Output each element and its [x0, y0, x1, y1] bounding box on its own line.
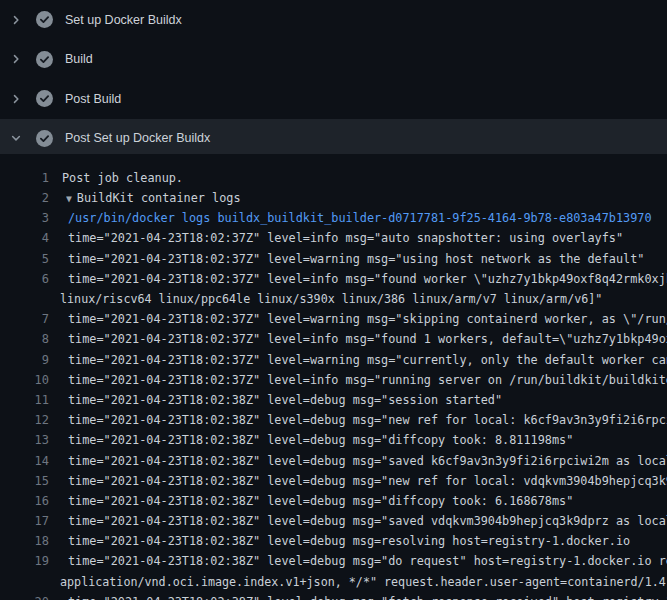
log-line: 3 /usr/bin/docker logs buildx_buildkit_b…	[0, 208, 667, 228]
log-line-number[interactable]: 19	[0, 551, 49, 571]
log-line-number[interactable]: 3	[0, 208, 49, 228]
log-line-text: linux/riscv64 linux/ppc64le linux/s390x …	[60, 289, 602, 309]
log-line-number[interactable]: 2	[0, 188, 49, 208]
log-line: 2 ▼BuildKit container logs	[0, 188, 667, 208]
log-viewer: 1 Post job cleanup. 2 ▼BuildKit containe…	[0, 158, 667, 600]
step-header[interactable]: Post Build	[0, 79, 667, 119]
step-header[interactable]: Set up Docker Buildx	[0, 0, 667, 40]
log-line-number[interactable]: 12	[0, 410, 49, 430]
log-line: 1 Post job cleanup.	[0, 168, 667, 188]
log-line-text: time="2021-04-23T18:02:38Z" level=debug …	[68, 551, 667, 571]
chevron-down-icon[interactable]	[8, 130, 24, 146]
log-line-text: /usr/bin/docker logs buildx_buildkit_bui…	[68, 208, 652, 228]
log-line: 12 time="2021-04-23T18:02:38Z" level=deb…	[0, 410, 667, 430]
log-line: 18 time="2021-04-23T18:02:38Z" level=deb…	[0, 531, 667, 551]
log-line-number[interactable]: 11	[0, 390, 49, 410]
log-line-number[interactable]: 6	[0, 269, 49, 289]
log-line-text: time="2021-04-23T18:02:38Z" level=debug …	[68, 471, 667, 491]
log-line-text: time="2021-04-23T18:02:38Z" level=debug …	[68, 451, 667, 471]
log-line-number[interactable]: 7	[0, 309, 49, 329]
log-line-number[interactable]: 14	[0, 451, 49, 471]
log-line-text: ▼BuildKit container logs	[66, 188, 241, 208]
log-line-text: time="2021-04-23T18:02:38Z" level=debug …	[68, 410, 667, 430]
log-line-text: time="2021-04-23T18:02:37Z" level=warnin…	[68, 249, 644, 269]
log-line: 9 time="2021-04-23T18:02:37Z" level=warn…	[0, 350, 667, 370]
step-label: Build	[65, 52, 93, 66]
log-line-text: time="2021-04-23T18:02:37Z" level=info m…	[68, 370, 667, 390]
check-circle-icon	[36, 90, 53, 107]
log-line-text: application/vnd.oci.image.index.v1+json,…	[60, 572, 667, 592]
log-line-number[interactable]: 1	[0, 168, 49, 188]
log-line-text: time="2021-04-23T18:02:38Z" level=debug …	[68, 390, 502, 410]
step-list: Set up Docker Buildx Build Post Build Po…	[0, 0, 667, 158]
log-line: 6 time="2021-04-23T18:02:37Z" level=info…	[0, 269, 667, 289]
log-line-text: Post job cleanup.	[62, 168, 183, 188]
log-line: 10 time="2021-04-23T18:02:37Z" level=inf…	[0, 370, 667, 390]
log-line: 14 time="2021-04-23T18:02:38Z" level=deb…	[0, 451, 667, 471]
check-circle-icon	[36, 130, 53, 147]
log-line-number[interactable]	[0, 572, 49, 592]
group-collapse-icon[interactable]: ▼	[66, 189, 77, 209]
log-line: 8 time="2021-04-23T18:02:37Z" level=info…	[0, 329, 667, 349]
log-line-number[interactable]: 9	[0, 350, 49, 370]
log-line: 20 time="2021-04-23T18:02:38Z" level=deb…	[0, 592, 667, 600]
log-line-number[interactable]: 18	[0, 531, 49, 551]
log-line: 4 time="2021-04-23T18:02:37Z" level=info…	[0, 228, 667, 248]
log-line-number[interactable]: 13	[0, 430, 49, 450]
step-label: Set up Docker Buildx	[65, 13, 182, 27]
step-label: Post Build	[65, 92, 121, 106]
log-line: 17 time="2021-04-23T18:02:38Z" level=deb…	[0, 511, 667, 531]
step-header[interactable]: Build	[0, 40, 667, 80]
log-line-text: time="2021-04-23T18:02:37Z" level=info m…	[68, 329, 667, 349]
check-circle-icon	[36, 11, 53, 28]
step-header[interactable]: Post Set up Docker Buildx	[0, 119, 667, 159]
log-line-number[interactable]: 4	[0, 228, 49, 248]
log-line: 19 time="2021-04-23T18:02:38Z" level=deb…	[0, 551, 667, 571]
chevron-right-icon[interactable]	[8, 91, 24, 107]
check-circle-icon	[36, 51, 53, 68]
log-line-number[interactable]: 17	[0, 511, 49, 531]
chevron-right-icon[interactable]	[8, 12, 24, 28]
log-line-text: time="2021-04-23T18:02:37Z" level=warnin…	[68, 350, 667, 370]
log-line-text: time="2021-04-23T18:02:38Z" level=debug …	[68, 531, 630, 551]
log-line-text: time="2021-04-23T18:02:37Z" level=info m…	[68, 228, 623, 248]
log-line-number[interactable]: 16	[0, 491, 49, 511]
log-line-number[interactable]: 5	[0, 249, 49, 269]
log-line: application/vnd.oci.image.index.v1+json,…	[0, 572, 667, 592]
chevron-right-icon[interactable]	[8, 51, 24, 67]
log-line: 13 time="2021-04-23T18:02:38Z" level=deb…	[0, 430, 667, 450]
log-line-text: time="2021-04-23T18:02:38Z" level=debug …	[68, 430, 573, 450]
log-line-number[interactable]: 8	[0, 329, 49, 349]
log-line-text: time="2021-04-23T18:02:38Z" level=debug …	[68, 491, 573, 511]
log-line: 16 time="2021-04-23T18:02:38Z" level=deb…	[0, 491, 667, 511]
log-line: linux/riscv64 linux/ppc64le linux/s390x …	[0, 289, 667, 309]
log-line-number[interactable]: 10	[0, 370, 49, 390]
log-line-text: time="2021-04-23T18:02:37Z" level=info m…	[68, 269, 667, 289]
log-line-text: time="2021-04-23T18:02:38Z" level=debug …	[68, 592, 667, 600]
log-line-text: time="2021-04-23T18:02:38Z" level=debug …	[68, 511, 667, 531]
log-line: 15 time="2021-04-23T18:02:38Z" level=deb…	[0, 471, 667, 491]
log-line-number[interactable]: 20	[0, 592, 49, 600]
log-line: 11 time="2021-04-23T18:02:38Z" level=deb…	[0, 390, 667, 410]
log-line-text: time="2021-04-23T18:02:37Z" level=warnin…	[68, 309, 667, 329]
log-line-number[interactable]: 15	[0, 471, 49, 491]
step-label: Post Set up Docker Buildx	[65, 131, 210, 145]
log-line: 5 time="2021-04-23T18:02:37Z" level=warn…	[0, 249, 667, 269]
log-line: 7 time="2021-04-23T18:02:37Z" level=warn…	[0, 309, 667, 329]
log-line-number[interactable]	[0, 289, 49, 309]
